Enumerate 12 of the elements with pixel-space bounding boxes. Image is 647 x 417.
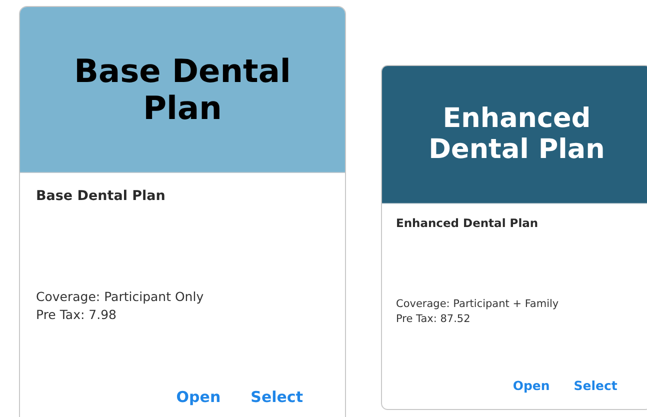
open-button[interactable]: Open <box>176 388 221 406</box>
coverage-text: Coverage: Participant + Family <box>396 296 560 312</box>
banner-title: Enhanced Dental Plan <box>428 103 606 166</box>
plan-title: Base Dental Plan <box>36 188 166 204</box>
select-button[interactable]: Select <box>250 388 303 406</box>
select-button[interactable]: Select <box>574 378 618 394</box>
plan-title: Enhanced Dental Plan <box>396 216 540 230</box>
open-button[interactable]: Open <box>512 378 550 394</box>
coverage-text: Coverage: Participant Only <box>36 288 205 306</box>
pre-tax-text: Pre Tax: 7.98 <box>36 306 118 323</box>
banner-title: Base Dental Plan <box>73 52 292 126</box>
pre-tax-text: Pre Tax: 87.52 <box>396 312 472 326</box>
